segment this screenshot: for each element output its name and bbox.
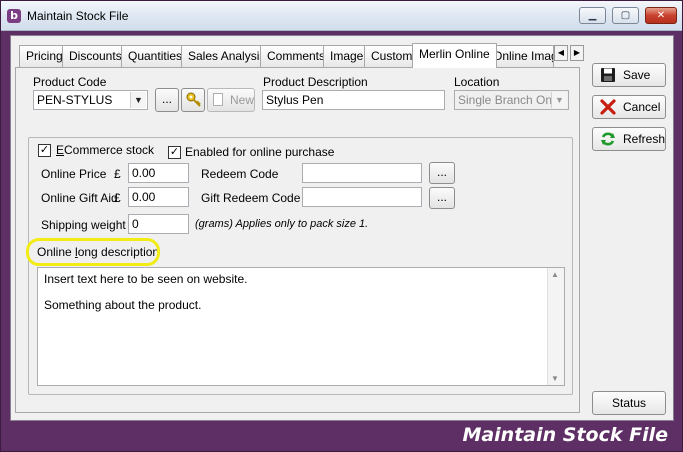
product-lookup-button[interactable]: ... xyxy=(155,88,179,112)
scroll-down-icon[interactable]: ▼ xyxy=(551,374,559,383)
gift-redeem-code-lookup-button[interactable]: ... xyxy=(429,187,455,209)
tab-comments[interactable]: Comments xyxy=(260,45,333,67)
close-icon: ✕ xyxy=(656,10,666,21)
product-description-field[interactable]: Stylus Pen xyxy=(262,90,445,110)
online-price-input[interactable]: 0.00 xyxy=(128,163,189,183)
new-button[interactable]: New xyxy=(207,88,255,112)
enabled-online-purchase-label[interactable]: Enabled for online purchase xyxy=(185,145,334,159)
status-button-label: Status xyxy=(611,396,647,410)
online-price-currency: £ xyxy=(114,167,121,181)
product-description-label: Product Description xyxy=(263,75,368,89)
new-button-label: New xyxy=(230,93,255,107)
footer-title: Maintain Stock File xyxy=(462,424,668,446)
long-description-line-2: Something about the product. xyxy=(44,298,202,312)
product-code-value: PEN-STYLUS xyxy=(37,93,113,107)
online-gift-aid-input[interactable]: 0.00 xyxy=(128,187,189,207)
arrow-right-icon: ▶ xyxy=(573,48,581,57)
title-bar[interactable]: b Maintain Stock File ▁ ▢ ✕ xyxy=(1,1,682,31)
minimize-icon: ▁ xyxy=(588,10,597,21)
refresh-button[interactable]: Refresh xyxy=(592,127,666,151)
checkmark-icon: ✓ xyxy=(169,146,180,158)
location-dropdown[interactable]: Single Branch Only ▼ xyxy=(454,90,569,110)
tab-discounts[interactable]: Discounts xyxy=(62,45,129,67)
shipping-weight-label: Shipping weight xyxy=(41,218,126,232)
maximize-icon: ▢ xyxy=(620,10,631,21)
status-button[interactable]: Status xyxy=(592,391,666,415)
window-title: Maintain Stock File xyxy=(27,9,129,23)
long-description-line-1: Insert text here to be seen on website. xyxy=(44,272,248,286)
cancel-button-label: Cancel xyxy=(623,100,661,114)
enabled-online-purchase-checkbox[interactable]: ✓ xyxy=(168,146,181,159)
product-code-dropdown[interactable]: PEN-STYLUS ▼ xyxy=(33,90,148,110)
textarea-scrollbar[interactable]: ▲ ▼ xyxy=(547,268,564,385)
online-long-description-textarea[interactable]: Insert text here to be seen on website. … xyxy=(37,267,565,386)
minimize-button[interactable]: ▁ xyxy=(579,7,606,24)
chevron-down-icon[interactable]: ▼ xyxy=(551,92,567,108)
tab-quantities[interactable]: Quantities xyxy=(121,45,190,67)
arrow-left-icon: ◀ xyxy=(557,48,565,57)
redeem-code-lookup-button[interactable]: ... xyxy=(429,162,455,184)
tab-sales-analysis[interactable]: Sales Analysis xyxy=(181,45,273,67)
redeem-code-label: Redeem Code xyxy=(201,167,279,181)
online-price-label: Online Price xyxy=(41,167,107,181)
cancel-button[interactable]: Cancel xyxy=(592,95,666,119)
checkmark-icon: ✓ xyxy=(39,144,50,156)
close-button[interactable]: ✕ xyxy=(645,7,677,24)
shipping-weight-input[interactable]: 0 xyxy=(128,214,189,234)
location-value: Single Branch Only xyxy=(458,93,561,107)
product-code-label: Product Code xyxy=(33,75,107,89)
shipping-weight-note: (grams) Applies only to pack size 1. xyxy=(195,218,369,230)
online-gift-aid-label: Online Gift Aid xyxy=(41,191,118,205)
key-icon xyxy=(186,92,201,107)
maximize-button[interactable]: ▢ xyxy=(612,7,639,24)
scroll-up-icon[interactable]: ▲ xyxy=(551,270,559,279)
refresh-button-label: Refresh xyxy=(623,132,666,146)
save-button[interactable]: Save xyxy=(592,63,666,87)
refresh-icon xyxy=(601,132,615,146)
app-icon: b xyxy=(7,9,21,23)
highlight-ring xyxy=(26,238,160,266)
key-button[interactable] xyxy=(181,88,205,112)
tab-merlin-online[interactable]: Merlin Online xyxy=(412,43,497,68)
gift-aid-currency: £ xyxy=(114,191,121,205)
tab-scroll-right-button[interactable]: ▶ xyxy=(570,45,584,61)
location-label: Location xyxy=(454,75,500,89)
ecommerce-stock-checkbox[interactable]: ✓ xyxy=(38,144,51,157)
gift-redeem-code-input[interactable] xyxy=(302,187,422,207)
save-button-label: Save xyxy=(623,68,651,82)
cancel-x-icon xyxy=(600,99,616,115)
gift-redeem-code-label: Gift Redeem Code xyxy=(201,191,301,205)
ecommerce-stock-label[interactable]: ECommerce stock xyxy=(56,143,154,157)
save-disk-icon xyxy=(601,68,615,82)
chevron-down-icon[interactable]: ▼ xyxy=(130,92,146,108)
app-window: b Maintain Stock File ▁ ▢ ✕ Pricing Disc… xyxy=(0,0,683,452)
redeem-code-input[interactable] xyxy=(302,163,422,183)
new-document-icon xyxy=(213,93,223,106)
tab-scroll-left-button[interactable]: ◀ xyxy=(554,45,568,61)
